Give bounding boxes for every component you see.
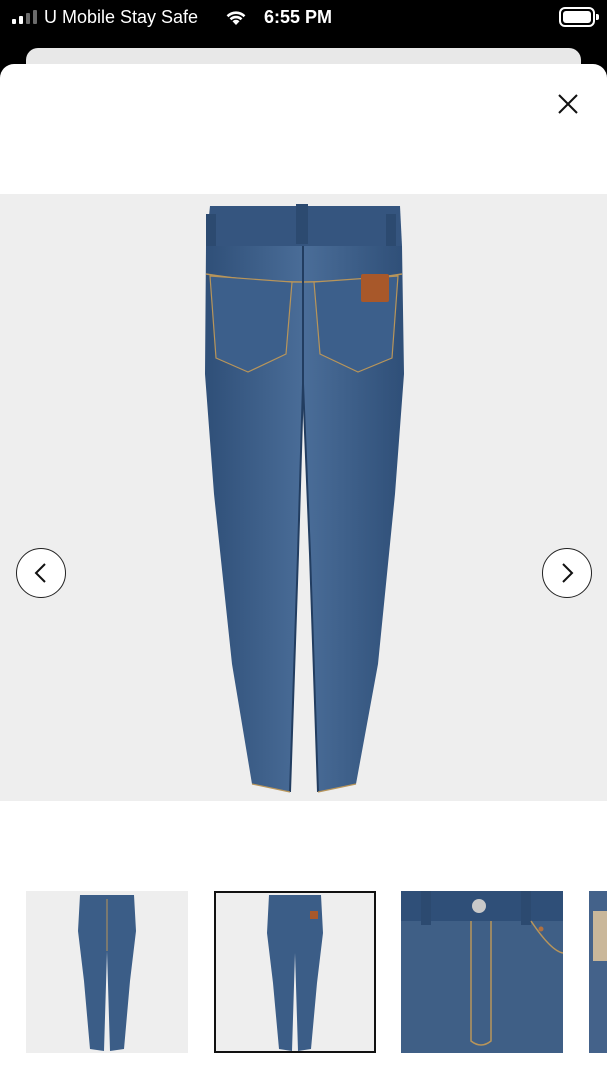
chevron-left-icon (34, 563, 46, 583)
thumbnail-label-closeup[interactable] (589, 891, 607, 1053)
jeans-back-view-thumbnail-image (267, 895, 323, 1051)
jeans-front-view-image (78, 895, 136, 1051)
main-product-image[interactable] (0, 194, 607, 801)
jeans-waist-closeup-image (401, 891, 564, 1046)
next-image-button[interactable] (542, 548, 592, 598)
status-bar: U Mobile Stay Safe 6:55 PM (0, 0, 607, 36)
clock: 6:55 PM (264, 7, 333, 27)
thumbnail-back-view[interactable] (214, 891, 376, 1053)
chevron-right-icon (562, 563, 574, 583)
carrier-name: U Mobile Stay Safe (44, 7, 199, 27)
jeans-label-closeup-image (593, 911, 607, 961)
signal-icon (12, 10, 37, 24)
battery-icon (559, 7, 599, 27)
wifi-icon (226, 11, 246, 25)
thumbnail-strip (0, 891, 607, 1054)
jeans-back-view-image (205, 204, 404, 793)
thumbnail-waist-closeup[interactable] (401, 891, 564, 1053)
close-icon (558, 94, 578, 114)
close-button[interactable] (550, 86, 586, 122)
thumbnail-front-view[interactable] (26, 891, 188, 1053)
previous-image-button[interactable] (16, 548, 66, 598)
